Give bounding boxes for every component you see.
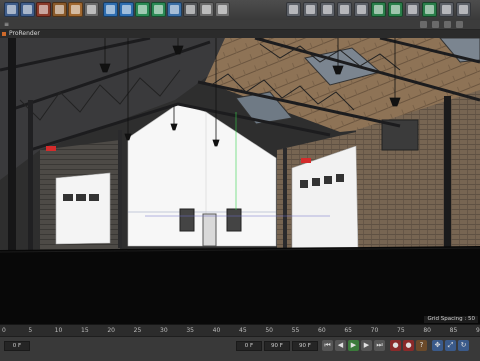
render-view-icon[interactable]	[456, 2, 471, 17]
start-frame-field[interactable]: 0 F	[4, 341, 30, 351]
autokey-button[interactable]: ●	[403, 340, 414, 351]
grid-spacing-label: Grid Spacing : 50	[424, 316, 478, 323]
timeline-tick-label: 0	[2, 327, 6, 334]
object-mode-icon[interactable]	[303, 2, 318, 17]
start-frame-value: 0 F	[12, 343, 22, 349]
animation-controls: 0 F 0 F 90 F 90 F ⏮ ◀ ▶ ▶ ⏭ ● ● ? ✥ ⤢ ↻	[0, 336, 480, 361]
timeline-tick-label: 5	[28, 327, 33, 334]
left-door-window-2	[76, 194, 86, 201]
render-indicator-icon	[2, 32, 6, 36]
timeline-tick-label: 25	[133, 327, 142, 334]
camera-icon[interactable]	[199, 2, 214, 17]
viewport-zoom-icon[interactable]	[432, 21, 439, 28]
door-window-2	[312, 178, 320, 186]
undo-icon[interactable]	[4, 2, 19, 17]
viewport-menu-bar: ≡	[0, 20, 480, 30]
timeline-tick-label: 85	[449, 327, 458, 334]
grid-spacing-text: Grid Spacing : 50	[427, 316, 475, 322]
go-to-end-button[interactable]: ⏭	[374, 340, 385, 351]
floor	[0, 246, 480, 324]
max-frame-value: 90 F	[299, 343, 311, 349]
current-frame-value: 0 F	[244, 343, 254, 349]
back-wall-window-right	[226, 208, 242, 232]
column-left-back	[118, 130, 122, 248]
record-button[interactable]: ●	[390, 340, 401, 351]
exit-sign-left	[46, 146, 56, 151]
subdivision-icon[interactable]	[135, 2, 150, 17]
exit-sign-right	[301, 158, 311, 163]
door-window-1	[300, 180, 308, 188]
back-wall-door	[202, 213, 217, 247]
rotate-icon[interactable]	[84, 2, 99, 17]
keyframe-selection-button[interactable]: ?	[416, 340, 427, 351]
column-left-front	[8, 38, 16, 268]
end-frame-value: 90 F	[271, 343, 283, 349]
timeline-tick-label: 70	[370, 327, 379, 334]
door-window-4	[336, 174, 344, 182]
left-sliding-door	[55, 172, 111, 245]
workplane-icon[interactable]	[422, 2, 437, 17]
pen-icon[interactable]	[119, 2, 134, 17]
timeline-tick-label: 10	[54, 327, 63, 334]
left-door-window-1	[63, 194, 73, 201]
redo-icon[interactable]	[20, 2, 35, 17]
next-frame-button[interactable]: ▶	[361, 340, 372, 351]
timeline-tick-label: 15	[81, 327, 89, 334]
go-to-start-button[interactable]: ⏮	[322, 340, 333, 351]
deformer-icon[interactable]	[167, 2, 182, 17]
timeline-tick-label: 90	[476, 327, 480, 334]
timeline-tick-label: 35	[186, 327, 194, 334]
timeline-tick-label: 75	[397, 327, 405, 334]
column-left-mid	[28, 100, 33, 250]
column-right-front	[444, 96, 451, 266]
timeline-tick-label: 65	[344, 327, 352, 334]
locked-workplane-icon[interactable]	[439, 2, 454, 17]
timeline-tick-label: 80	[423, 327, 431, 334]
viewport-move-icon[interactable]	[420, 21, 427, 28]
light-icon[interactable]	[215, 2, 230, 17]
cube-icon[interactable]	[103, 2, 118, 17]
column-right-back	[283, 148, 287, 250]
timeline-tick-label: 60	[318, 327, 326, 334]
polygons-mode-icon[interactable]	[354, 2, 369, 17]
3d-viewport[interactable]: Grid Spacing : 50	[0, 38, 480, 324]
end-frame-field[interactable]: 90 F	[264, 341, 290, 351]
key-scale-icon[interactable]: ⤢	[445, 340, 456, 351]
viewport-title-bar: ProRender	[0, 30, 480, 38]
tweak-icon[interactable]	[388, 2, 403, 17]
floor-icon[interactable]	[183, 2, 198, 17]
warehouse-render	[0, 38, 480, 324]
left-door-window-3	[89, 194, 99, 201]
viewport-layout-icon[interactable]	[456, 21, 463, 28]
timeline-tick-label: 30	[160, 327, 168, 334]
snap-icon[interactable]	[405, 2, 420, 17]
play-button[interactable]: ▶	[348, 340, 359, 351]
back-wall-window-left	[179, 208, 195, 232]
key-rotation-icon[interactable]: ↻	[458, 340, 469, 351]
timeline-tick-label: 55	[291, 327, 300, 334]
points-mode-icon[interactable]	[320, 2, 335, 17]
model-mode-icon[interactable]	[286, 2, 301, 17]
timeline-tick-label: 40	[212, 327, 221, 334]
key-position-icon[interactable]: ✥	[432, 340, 443, 351]
door-window-3	[324, 176, 332, 184]
viewport-renderer-label: ProRender	[9, 30, 40, 37]
move-icon[interactable]	[52, 2, 67, 17]
timeline-tick-label: 45	[239, 327, 247, 334]
viewport-view-menu[interactable]: ≡	[4, 20, 9, 29]
timeline-tick-label: 50	[265, 327, 273, 334]
timeline-tick-label: 20	[107, 327, 115, 334]
viewport-rotate-icon[interactable]	[444, 21, 451, 28]
axis-icon[interactable]	[371, 2, 386, 17]
array-icon[interactable]	[151, 2, 166, 17]
max-frame-field[interactable]: 90 F	[292, 341, 318, 351]
edges-mode-icon[interactable]	[337, 2, 352, 17]
main-toolbar	[0, 0, 480, 21]
current-frame-field[interactable]: 0 F	[236, 341, 262, 351]
live-selection-icon[interactable]	[36, 2, 51, 17]
prev-frame-button[interactable]: ◀	[335, 340, 346, 351]
scale-icon[interactable]	[68, 2, 83, 17]
